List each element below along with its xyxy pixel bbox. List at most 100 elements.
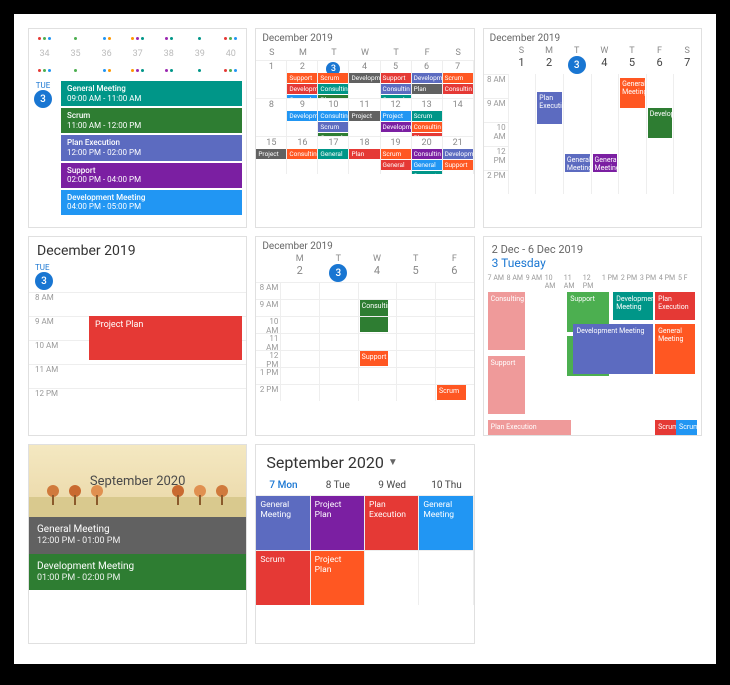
agenda-list: General Meeting09:00 AM - 11:00 AMScrum1…	[61, 81, 242, 217]
day-event[interactable]: Project Plan	[89, 316, 242, 360]
calendar-month-view[interactable]: December 2019 SMTWTFS 12SupportDevelopmG…	[255, 28, 474, 228]
hero-title: September 2020	[90, 474, 186, 489]
workweek-event[interactable]: Support	[360, 351, 389, 366]
day-header[interactable]: S1	[508, 46, 536, 74]
month-cell[interactable]: 7ScrumConsultin	[443, 60, 474, 98]
selected-day-label: TUE	[29, 81, 57, 90]
month-grid: 12SupportDevelopmGeneral3ScrumConsultinP…	[256, 60, 473, 174]
day-header[interactable]: T3	[319, 254, 358, 282]
month-title: December 2019	[256, 237, 473, 254]
agenda-event[interactable]: Plan Execution12:00 PM - 02:00 PM	[61, 135, 242, 160]
day-header[interactable]: M2	[535, 46, 563, 74]
timeline-event[interactable]: Development Meeting	[613, 292, 653, 320]
hero-illustration: September 2020	[29, 445, 246, 517]
selected-day-number[interactable]: 3	[35, 272, 53, 290]
day-header[interactable]: T5	[618, 46, 646, 74]
calendar-ndays-view[interactable]: September 2020 ▼ 7 Mon8 Tue9 Wed10 Thu G…	[255, 444, 474, 644]
agenda-event[interactable]: Scrum11:00 AM - 12:00 PM	[61, 108, 242, 133]
month-cell[interactable]: 9Developm	[287, 98, 318, 136]
month-cell[interactable]: 14	[443, 98, 474, 136]
range-title: 2 Dec - 6 Dec 2019	[484, 237, 701, 256]
timeline-event[interactable]: Consulting	[488, 292, 526, 350]
week-event[interactable]: General Meeting	[565, 154, 590, 172]
day-header[interactable]: W4	[358, 254, 397, 282]
selected-day-subtitle: 3 Tuesday	[484, 256, 701, 274]
timeline-event[interactable]: Plan Execution	[655, 292, 695, 320]
month-cell[interactable]: 17General	[318, 136, 349, 174]
month-cell[interactable]: 12ProjectDevelopm	[381, 98, 412, 136]
month-cell[interactable]: 18Plan	[349, 136, 380, 174]
week-event[interactable]: General Meeting	[593, 154, 618, 172]
calendar-workweek-view[interactable]: December 2019 M2T3W4T5F6 8 AM9 AMConsult…	[255, 236, 474, 436]
day-grid: General MeetingProject PlanPlan Executio…	[256, 495, 473, 605]
day-header[interactable]: T5	[396, 254, 435, 282]
month-cell[interactable]: 13ScrumConsultinPlan	[412, 98, 443, 136]
month-cell[interactable]: 6DevelopmPlan	[412, 60, 443, 98]
month-cell[interactable]: 10ConsultinScrumGeneral	[318, 98, 349, 136]
timeline-event[interactable]: Development Meeting	[573, 324, 653, 374]
calendar-week-view[interactable]: December 2019 S1M2T3W4T5F6S7 8 AM9 AM10 …	[483, 28, 702, 228]
calendar-agenda-dot-view[interactable]: 34353637383940 TUE 3 General Meeting09:0…	[28, 28, 247, 228]
ndays-event[interactable]: Plan Execution	[365, 495, 419, 550]
day-header[interactable]: W4	[591, 46, 619, 74]
ndays-event[interactable]: General Meeting	[256, 495, 310, 550]
ndays-event[interactable]: Scrum	[256, 550, 310, 605]
timeline-event[interactable]: Plan Execution	[488, 420, 572, 436]
workweek-event[interactable]: Scrum	[437, 385, 466, 400]
month-title: December 2019	[484, 29, 701, 46]
month-cell[interactable]: 16Consultin	[287, 136, 318, 174]
agenda-event[interactable]: General Meeting12:00 PM - 01:00 PM	[29, 517, 246, 554]
week-event[interactable]: Development	[648, 108, 673, 138]
day-header[interactable]: F6	[646, 46, 674, 74]
month-cell[interactable]: 20ConsultinGeneralSupport	[412, 136, 443, 174]
month-title: September 2020	[266, 453, 384, 472]
chevron-down-icon: ▼	[388, 457, 398, 468]
dots-row	[29, 61, 246, 79]
timeline-event[interactable]: Support	[488, 356, 526, 414]
workweek-body: 8 AM9 AMConsulting10 AM11 AM12 PMSupport…	[256, 282, 473, 401]
month-cell[interactable]: 5SupportConsultinGeneral	[381, 60, 412, 98]
ndays-event[interactable]: General Meeting	[419, 495, 473, 550]
month-cell[interactable]: 3ScrumConsultinPlan	[318, 60, 349, 98]
day-header[interactable]: T3	[563, 46, 591, 74]
month-dropdown[interactable]: September 2020 ▼	[256, 445, 473, 476]
day-header[interactable]: M2	[280, 254, 319, 282]
month-cell[interactable]: 1	[256, 60, 287, 98]
month-cell[interactable]: 4Developm	[349, 60, 380, 98]
ndays-event[interactable]: Project Plan	[311, 550, 365, 605]
week-event[interactable]: Plan Executio	[537, 92, 562, 124]
week-body: 8 AM9 AM10 AM12 PM2 PMPlan ExecutioGener…	[484, 74, 701, 194]
day-tab[interactable]: 7 Mon	[256, 480, 310, 491]
month-cell[interactable]: 21DevelopmSupport	[443, 136, 474, 174]
calendar-day-view[interactable]: December 2019 TUE 3 8 AM9 AM10 AM11 AM12…	[28, 236, 247, 436]
ndays-event	[365, 550, 419, 605]
calendar-timeline-view[interactable]: 2 Dec - 6 Dec 2019 3 Tuesday 7 AM8 AM9 A…	[483, 236, 702, 436]
weekday-header: SMTWTFS	[256, 46, 473, 60]
agenda-event[interactable]: Development Meeting04:00 PM - 05:00 PM	[61, 190, 242, 215]
month-cell[interactable]: 15Project	[256, 136, 287, 174]
day-tab[interactable]: 8 Tue	[311, 480, 365, 491]
day-header[interactable]: F6	[435, 254, 474, 282]
agenda-event[interactable]: Development Meeting01:00 PM - 02:00 PM	[29, 554, 246, 591]
agenda-list: General Meeting12:00 PM - 01:00 PMDevelo…	[29, 517, 246, 590]
month-cell[interactable]: 19ScrumGeneral	[381, 136, 412, 174]
timeline-body: ConsultingSupportDevelopment MeetingPlan…	[488, 292, 697, 436]
agenda-event[interactable]: General Meeting09:00 AM - 11:00 AM	[61, 81, 242, 106]
timeline-event[interactable]: Scrum	[676, 420, 697, 436]
timeline-event[interactable]: Scrum	[655, 420, 676, 436]
timeline-event[interactable]: General Meeting	[655, 324, 695, 374]
selected-day-number[interactable]: 3	[34, 90, 52, 108]
month-cell[interactable]: 8	[256, 98, 287, 136]
hour-ruler: 7 AM8 AM9 AM10 AM11 AM12 PM1 PM2 PM3 PM4…	[484, 274, 701, 290]
day-header[interactable]: S7	[673, 46, 701, 74]
day-tab[interactable]: 9 Wed	[365, 480, 419, 491]
week-event[interactable]: General Meeting	[620, 78, 645, 108]
agenda-event[interactable]: Support02:00 PM - 04:00 PM	[61, 163, 242, 188]
ndays-event[interactable]: Project Plan	[311, 495, 365, 550]
day-tab[interactable]: 10 Thu	[419, 480, 473, 491]
month-cell[interactable]: 11Project	[349, 98, 380, 136]
day-tabs: 7 Mon8 Tue9 Wed10 Thu	[256, 476, 473, 495]
calendar-agenda-hero-view[interactable]: September 2020 General Meeting12:00 PM -…	[28, 444, 247, 644]
weekday-header: M2T3W4T5F6	[256, 254, 473, 282]
month-cell[interactable]: 2SupportDevelopmGeneral	[287, 60, 318, 98]
